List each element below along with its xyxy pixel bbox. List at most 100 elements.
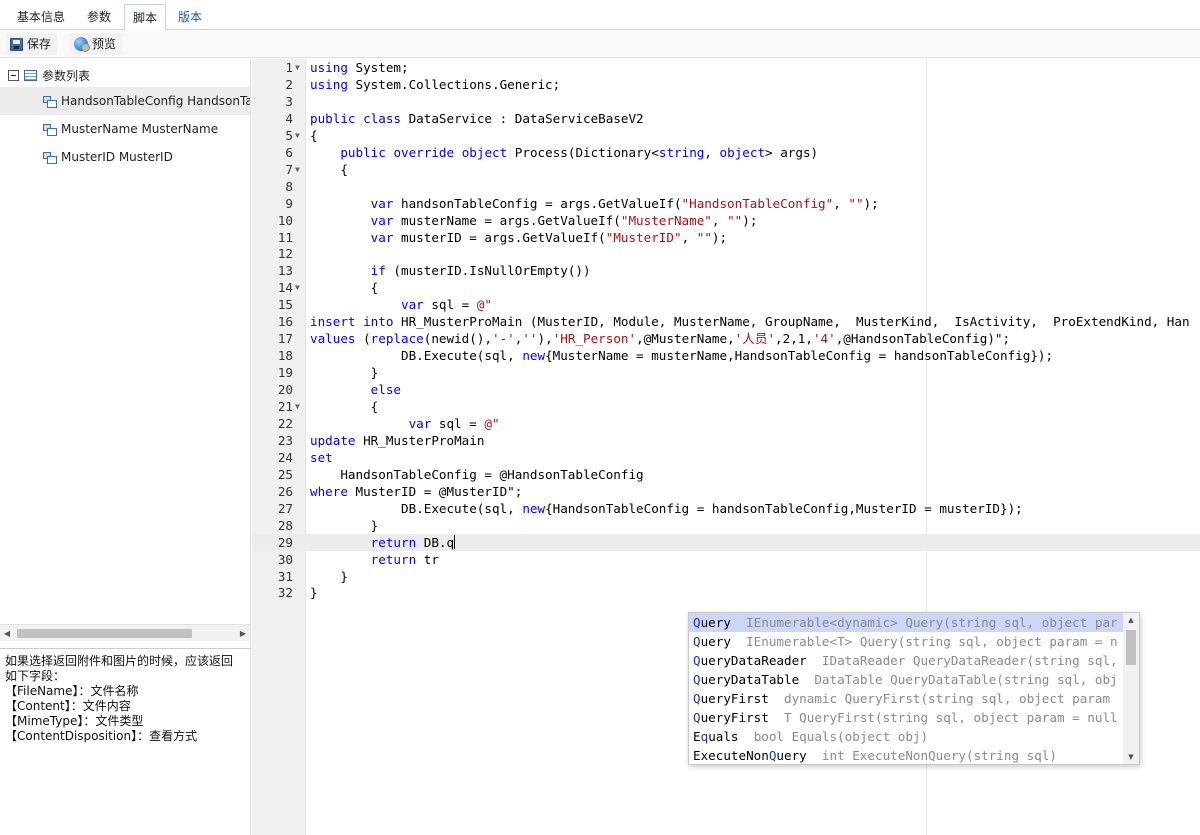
code-text: set [310,449,333,465]
help-line: 【FileName】：文件名称 [5,684,139,698]
fold-arrow-icon[interactable]: ▼ [295,59,300,76]
scroll-thumb[interactable] [1126,630,1136,665]
code-line[interactable]: 13 if (musterID.IsNullOrEmpty()) [252,262,1200,279]
field-icon [43,151,57,164]
code-line[interactable]: 25 HandsonTableConfig = @HandsonTableCon… [252,466,1200,483]
tree-horizontal-scrollbar[interactable]: ◀ ▶ [0,624,250,641]
help-line: 【MimeType】：文件类型 [5,714,144,728]
code-line[interactable]: 24 set [252,449,1200,466]
scroll-left-icon[interactable]: ◀ [0,625,14,642]
code-line[interactable]: 14 ▼ { [252,279,1200,296]
code-line[interactable]: 29 return DB.q [252,533,1200,551]
line-number: 4 [285,110,293,126]
tab-script[interactable]: 脚本 [124,4,167,31]
code-line[interactable]: 20 else [252,381,1200,398]
code-line[interactable]: 28 } [252,517,1200,534]
tree-item-label: MusterName MusterName [61,122,219,136]
toolbar: 保存 预览 [0,30,1200,58]
tab-version[interactable]: 版本 [170,4,210,30]
fold-arrow-icon[interactable]: ▼ [295,161,300,178]
fold-arrow-icon[interactable]: ▼ [295,279,300,296]
autocomplete-item[interactable]: Query IEnumerable<T> Query(string sql, o… [689,632,1123,651]
scroll-down-icon[interactable]: ▼ [1123,750,1139,764]
help-text: 如果选择返回附件和图片的时候，应该返回 如下字段： 【FileName】：文件名… [0,648,250,749]
line-number: 26 [277,483,293,499]
autocomplete-item[interactable]: QueryFirst dynamic QueryFirst(string sql… [689,689,1123,708]
code-line[interactable]: 19 } [252,364,1200,381]
code-line[interactable]: 31 } [252,568,1200,585]
line-number: 8 [285,178,293,194]
code-line[interactable]: 4 public class DataService : DataServiceB… [252,110,1200,127]
line-number: 31 [277,568,293,584]
tree-item-musterid[interactable]: MusterID MusterID [0,143,250,171]
code-line[interactable]: 16 insert into HR_MusterProMain (MusterID… [252,313,1200,330]
collapse-icon[interactable] [8,69,19,81]
code-line[interactable]: 30 return tr [252,551,1200,568]
code-line[interactable]: 26 where MusterID = @MusterID"; [252,483,1200,500]
code-line[interactable]: 27 DB.Execute(sql, new{HandsonTableConfi… [252,500,1200,517]
autocomplete-item[interactable]: Equals bool Equals(object obj) [689,727,1123,746]
fold-arrow-icon[interactable]: ▼ [295,127,300,144]
line-number: 18 [277,348,293,364]
code-line[interactable]: 15 var sql = @" [252,296,1200,313]
tree-item-mustername[interactable]: MusterName MusterName [0,115,250,143]
line-number: 6 [285,144,293,160]
code-line[interactable]: 23 update HR_MusterProMain [252,432,1200,449]
preview-button[interactable]: 预览 [70,33,123,55]
preview-label: 预览 [92,37,117,51]
code-line[interactable]: 17 values (replace(newid(),'-',''),'HR_Pe… [252,330,1200,347]
scroll-thumb[interactable] [17,629,192,638]
tree-item-label: MusterID MusterID [61,150,173,164]
autocomplete-popup[interactable]: ExecuteNonQuery int ExecuteNonQuery(stri… [688,612,1140,765]
code-text: var handsonTableConfig = args.GetValueIf… [370,195,879,211]
code-line[interactable]: 9 var handsonTableConfig = args.GetValue… [252,195,1200,212]
line-number: 22 [277,415,293,431]
tab-parameters[interactable]: 参数 [79,4,119,30]
code-line[interactable]: 2 using System.Collections.Generic; [252,76,1200,93]
code-line[interactable]: 11 var musterID = args.GetValueIf("Muste… [252,229,1200,246]
scroll-up-icon[interactable]: ▲ [1123,613,1139,627]
autocomplete-item[interactable]: QueryFirst T QueryFirst(string sql, obje… [689,708,1123,727]
line-number: 24 [277,449,293,465]
code-editor[interactable]: 1 ▼ using System; 2 using System.Collections… [252,59,1200,835]
save-icon [10,37,23,51]
autocomplete-item[interactable]: Query IEnumerable<dynamic> Query(string … [689,613,1123,632]
code-text: return DB.q [370,534,456,550]
code-line[interactable]: 1 ▼ using System; [252,59,1200,76]
code-line[interactable]: 8 [252,178,1200,195]
tree-item-label: HandsonTableConfig HandsonTableConfig [61,94,250,108]
code-line[interactable]: 21 ▼ { [252,398,1200,415]
fold-arrow-icon[interactable]: ▼ [295,398,300,415]
autocomplete-item[interactable]: ExecuteNonQuery int ExecuteNonQuery(stri… [689,746,1123,764]
line-number: 11 [277,229,293,245]
code-text: return tr [370,551,439,567]
code-text: DB.Execute(sql, new{HandsonTableConfig =… [310,500,1023,516]
line-number: 29 [277,534,293,550]
code-line[interactable]: 7 ▼ { [252,161,1200,178]
tree-root[interactable]: 参数列表 [8,66,90,84]
code-line[interactable]: 12 [252,245,1200,262]
code-line[interactable]: 22 var sql = @" [252,415,1200,432]
code-line[interactable]: 10 var musterName = args.GetValueIf("Mus… [252,212,1200,229]
code-text: } [310,568,348,584]
code-text: var musterID = args.GetValueIf("MusterID… [370,229,728,245]
code-text: values (replace(newid(),'-',''),'HR_Pers… [310,331,1011,347]
autocomplete-item[interactable]: QueryDataTable DataTable QueryDataTable(… [689,670,1123,689]
code-line[interactable]: 5 ▼ { [252,127,1200,144]
save-button[interactable]: 保存 [6,33,58,55]
code-line[interactable]: 6 public override object Process(Diction… [252,144,1200,161]
code-line[interactable]: 32} [252,584,1200,601]
line-number: 5 [285,127,293,143]
code-text: if (musterID.IsNullOrEmpty()) [370,263,591,279]
tree-item-handsontableconfig[interactable]: HandsonTableConfig HandsonTableConfig [0,87,250,115]
tab-basic-info[interactable]: 基本信息 [9,4,73,30]
line-number: 17 [277,331,293,347]
code-text: insert into HR_MusterProMain (MusterID, … [310,314,1190,330]
line-number: 12 [277,246,293,262]
code-line[interactable]: 3 [252,93,1200,110]
scroll-right-icon[interactable]: ▶ [236,625,250,642]
code-line[interactable]: 18 DB.Execute(sql, new{MusterName = must… [252,347,1200,364]
autocomplete-scrollbar[interactable]: ▲ ▼ [1123,613,1139,764]
line-number: 32 [277,585,293,601]
autocomplete-item[interactable]: QueryDataReader IDataReader QueryDataRea… [689,651,1123,670]
